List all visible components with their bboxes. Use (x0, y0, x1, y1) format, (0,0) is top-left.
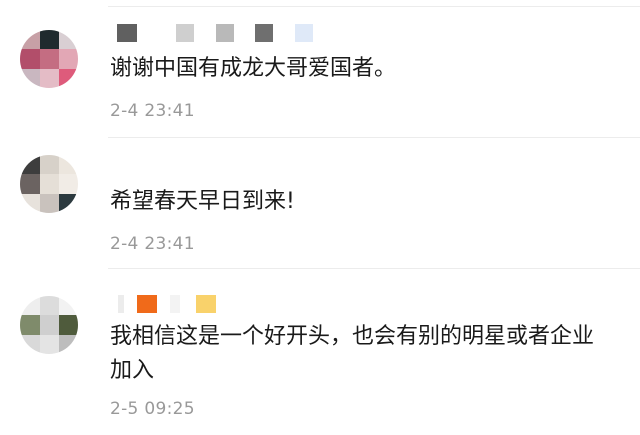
avatar-pixel (20, 69, 40, 88)
comment-text: 希望春天早日到来! (110, 189, 295, 214)
avatar-pixel (40, 155, 59, 174)
comment-text-line-2: 加入 (110, 358, 155, 383)
username-pixel[interactable] (176, 24, 194, 42)
avatar[interactable] (20, 296, 78, 354)
avatar-pixel (59, 69, 78, 88)
username-pixel[interactable] (118, 295, 124, 313)
comment-item: 我相信这是一个好开头，也会有别的明星或者企业 加入 2-5 09:25 (0, 270, 640, 435)
avatar-pixel (20, 174, 40, 194)
avatar-pixel (59, 335, 78, 354)
avatar-pixel (20, 155, 40, 174)
comment-list: 谢谢中国有成龙大哥爱国者。 2-4 23:41 希望春天早日到来! 2-4 23… (0, 0, 640, 435)
avatar-pixel (40, 315, 59, 335)
username-pixel[interactable] (117, 24, 137, 42)
comment-time: 2-4 23:41 (110, 234, 195, 254)
username-pixel[interactable] (196, 295, 216, 313)
comment-item: 希望春天早日到来! 2-4 23:41 (0, 140, 640, 270)
avatar-pixel (20, 315, 40, 335)
comment-time: 2-5 09:25 (110, 399, 195, 419)
comment-item: 谢谢中国有成龙大哥爱国者。 2-4 23:41 (0, 0, 640, 140)
avatar-pixel (40, 296, 59, 315)
username-pixel[interactable] (170, 295, 180, 313)
avatar-pixel (40, 335, 59, 354)
avatar-pixel (40, 194, 59, 213)
avatar[interactable] (20, 30, 78, 88)
avatar-pixel (20, 49, 40, 69)
comment-text-line-1: 我相信这是一个好开头，也会有别的明星或者企业 (110, 324, 595, 349)
divider (108, 268, 640, 269)
avatar-pixel (59, 194, 78, 213)
avatar-pixel (40, 174, 59, 194)
avatar-pixel (20, 335, 40, 354)
avatar-pixel (20, 194, 40, 213)
username-pixel[interactable] (255, 24, 273, 42)
avatar-pixel (59, 296, 78, 315)
avatar-pixel (59, 174, 78, 194)
comment-time: 2-4 23:41 (110, 101, 195, 121)
avatar-pixel (59, 315, 78, 335)
username-pixel[interactable] (137, 295, 157, 313)
divider (108, 137, 640, 138)
avatar-pixel (59, 155, 78, 174)
username-pixel[interactable] (216, 24, 234, 42)
comment-text: 谢谢中国有成龙大哥爱国者。 (110, 56, 397, 81)
username-pixel[interactable] (295, 24, 313, 42)
avatar-pixel (59, 30, 78, 49)
avatar-pixel (20, 30, 40, 49)
avatar-pixel (59, 49, 78, 69)
avatar-pixel (40, 49, 59, 69)
avatar-pixel (20, 296, 40, 315)
avatar-pixel (40, 69, 59, 88)
avatar[interactable] (20, 155, 78, 213)
avatar-pixel (40, 30, 59, 49)
